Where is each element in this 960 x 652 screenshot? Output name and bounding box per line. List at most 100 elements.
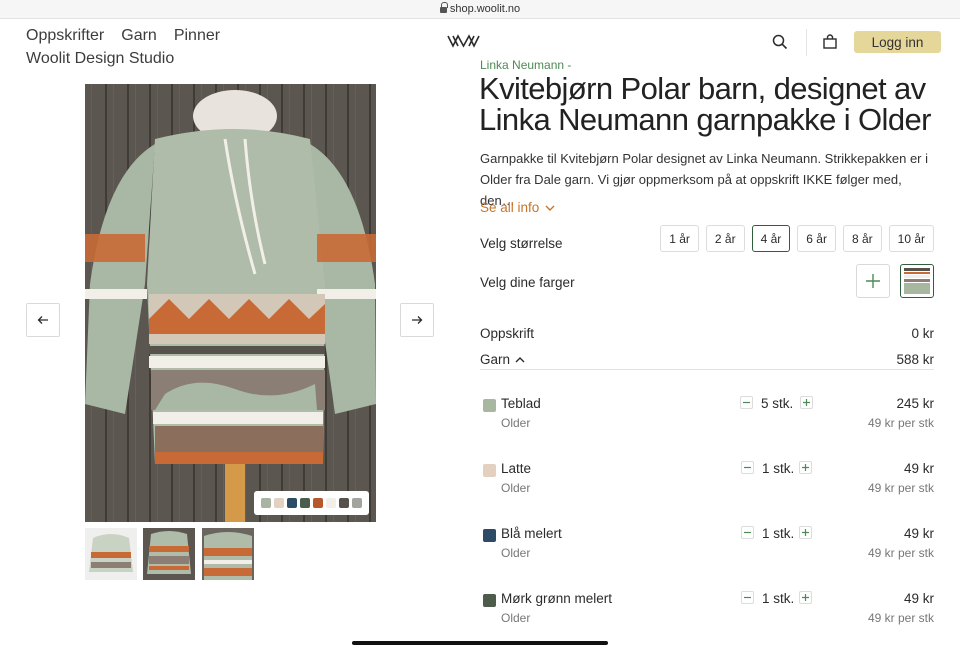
login-button[interactable]: Logg inn xyxy=(854,31,941,53)
decrease-button[interactable] xyxy=(741,461,754,474)
plus-icon xyxy=(802,529,809,536)
yarn-color-swatch xyxy=(483,594,496,607)
minus-icon xyxy=(744,531,751,534)
sweater-photo xyxy=(85,84,376,522)
colorway-stripe xyxy=(904,268,930,271)
see-all-info-link[interactable]: Se all info xyxy=(480,200,555,215)
swatch xyxy=(313,498,323,508)
woolit-logo-icon xyxy=(447,34,480,48)
plus-icon xyxy=(802,464,809,471)
thumbnail-3[interactable] xyxy=(202,528,254,580)
quantity: 1 stk. xyxy=(762,526,795,541)
arrow-left-icon xyxy=(37,316,48,324)
quantity: 1 stk. xyxy=(762,591,795,606)
add-color-button[interactable] xyxy=(856,264,890,298)
yarn-item: Mørk grønn melert Older 1 stk. 49 kr 49 … xyxy=(480,589,934,635)
nav-item-design-studio[interactable]: Woolit Design Studio xyxy=(26,47,220,70)
swatch xyxy=(274,498,284,508)
yarn-unit-price: 49 kr per stk xyxy=(867,481,934,495)
search-icon xyxy=(772,34,788,50)
main-nav: Oppskrifter Garn Pinner Woolit Design St… xyxy=(26,24,220,70)
yarn-name: Latte xyxy=(501,461,532,476)
yarn-unit-price: 49 kr per stk xyxy=(867,546,934,560)
product-title: Kvitebjørn Polar barn, designet av Linka… xyxy=(479,71,931,137)
yarn-color-swatch xyxy=(483,464,496,477)
swatch xyxy=(300,498,310,508)
thumbnail-1[interactable] xyxy=(85,528,137,580)
yarn-quality: Older xyxy=(501,546,531,560)
yarn-color-swatch xyxy=(483,399,496,412)
size-option-2[interactable]: 2 år xyxy=(705,225,745,252)
search-button[interactable] xyxy=(771,33,789,51)
increase-button[interactable] xyxy=(800,396,813,409)
header-divider xyxy=(806,29,807,56)
nav-item-pinner[interactable]: Pinner xyxy=(174,24,220,47)
quantity: 5 stk. xyxy=(761,396,794,411)
increase-button[interactable] xyxy=(799,461,812,474)
color-swatch-strip xyxy=(254,491,369,515)
home-indicator[interactable] xyxy=(352,641,608,645)
colorway-stripe xyxy=(904,279,930,282)
colorway-stripe xyxy=(904,272,930,274)
minus-icon xyxy=(744,466,751,469)
colorway-stripe xyxy=(904,283,930,294)
yarn-quality: Older xyxy=(501,611,531,625)
product-image[interactable] xyxy=(85,84,376,522)
yarn-price: 588 kr xyxy=(896,352,934,367)
color-label: Velg dine farger xyxy=(480,275,575,290)
yarn-toggle[interactable]: Garn xyxy=(480,352,525,367)
size-label: Velg størrelse xyxy=(480,236,563,251)
yarn-name: Blå melert xyxy=(501,526,562,541)
prev-image-button[interactable] xyxy=(26,303,60,337)
swatch xyxy=(339,498,349,508)
yarn-total-price: 245 kr xyxy=(896,396,934,411)
chevron-up-icon xyxy=(515,356,525,362)
yarn-name: Teblad xyxy=(501,396,541,411)
decrease-button[interactable] xyxy=(741,526,754,539)
size-option-1[interactable]: 1 år xyxy=(660,225,699,252)
address-bar[interactable]: shop.woolit.no xyxy=(0,0,960,19)
thumbnail-2[interactable] xyxy=(143,528,195,580)
see-all-label: Se all info xyxy=(480,200,540,215)
swatch xyxy=(352,498,362,508)
minus-icon xyxy=(743,401,750,404)
increase-button[interactable] xyxy=(799,591,812,604)
cart-button[interactable] xyxy=(821,33,839,51)
size-option-6[interactable]: 6 år xyxy=(797,225,836,252)
divider xyxy=(480,369,934,370)
yarn-price-row[interactable]: Garn 588 kr xyxy=(480,352,934,367)
size-option-10[interactable]: 10 år xyxy=(888,225,934,252)
nav-item-oppskrifter[interactable]: Oppskrifter xyxy=(26,24,104,47)
yarn-total-price: 49 kr xyxy=(903,461,934,476)
yarn-total-price: 49 kr xyxy=(903,526,934,541)
arrow-right-icon xyxy=(412,316,423,324)
designer-link[interactable]: Linka Neumann - xyxy=(480,58,571,72)
size-option-8[interactable]: 8 år xyxy=(842,225,882,252)
url-text: shop.woolit.no xyxy=(449,3,521,15)
woolit-logo[interactable] xyxy=(447,34,480,53)
pattern-label: Oppskrift xyxy=(480,326,535,341)
lock-icon xyxy=(439,2,448,13)
plus-icon xyxy=(803,399,810,406)
yarn-label: Garn xyxy=(480,352,511,367)
shopping-bag-icon xyxy=(823,34,837,49)
decrease-button[interactable] xyxy=(741,591,754,604)
yarn-unit-price: 49 kr per stk xyxy=(867,611,934,625)
next-image-button[interactable] xyxy=(400,303,434,337)
size-option-4-selected[interactable]: 4 år xyxy=(751,225,791,252)
pattern-price-row: Oppskrift 0 kr xyxy=(480,326,934,341)
swatch xyxy=(326,498,336,508)
yarn-item: Teblad Older 5 stk. 245 kr 49 kr per stk xyxy=(480,394,934,440)
nav-item-garn[interactable]: Garn xyxy=(121,24,157,47)
yarn-item: Blå melert Older 1 stk. 49 kr 49 kr per … xyxy=(480,524,934,570)
increase-button[interactable] xyxy=(799,526,812,539)
yarn-quality: Older xyxy=(501,481,531,495)
yarn-total-price: 49 kr xyxy=(903,591,934,606)
chevron-down-icon xyxy=(545,205,555,211)
decrease-button[interactable] xyxy=(740,396,753,409)
colorway-stripe xyxy=(904,275,930,278)
plus-icon xyxy=(866,274,880,288)
yarn-quality: Older xyxy=(501,416,531,430)
selected-colorway[interactable] xyxy=(900,264,934,298)
swatch xyxy=(287,498,297,508)
